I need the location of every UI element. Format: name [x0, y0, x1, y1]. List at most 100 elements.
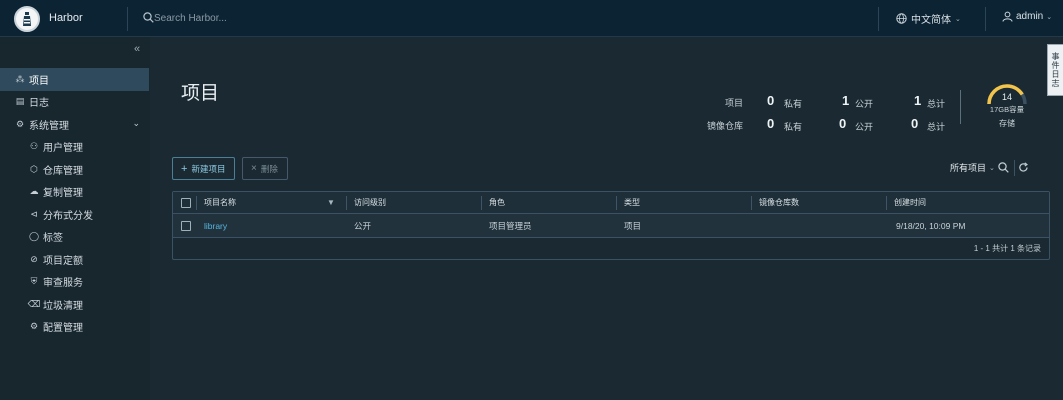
column-separator	[481, 196, 482, 210]
user-menu[interactable]: admin ⌄	[1002, 11, 1052, 22]
stat-repos-private: 0	[767, 116, 775, 131]
project-name-link[interactable]: library	[204, 214, 227, 237]
quota-icon: ⊘	[30, 253, 38, 264]
sidebar-item-registries[interactable]: ⬡ 仓库管理	[0, 158, 150, 181]
table-row[interactable]: library 公开 项目管理员 项目 9/18/20, 10:09 PM	[173, 214, 1049, 238]
distribution-icon: ⊲	[30, 208, 38, 219]
sidebar-item-label: 复制管理	[43, 188, 83, 200]
globe-icon	[896, 13, 907, 24]
stat-repos-public: 0	[839, 116, 847, 131]
project-filter-dropdown[interactable]: 所有项目 ⌄	[950, 161, 995, 174]
users-icon: ⚇	[29, 141, 39, 152]
language-label: 中文简体	[911, 15, 951, 26]
stat-repos-total: 0	[911, 116, 919, 131]
sidebar-item-projects[interactable]: ⁂ 项目	[0, 68, 149, 91]
header-divider	[127, 7, 128, 31]
close-icon: ×	[251, 163, 257, 174]
storage-label: 存储	[999, 119, 1015, 128]
column-separator	[616, 196, 617, 210]
admin-icon: ⚙	[15, 118, 25, 129]
sidebar-item-quotas[interactable]: ⊘ 项目定额	[0, 248, 150, 271]
delete-button[interactable]: × 删除	[242, 157, 288, 180]
harbor-logo[interactable]	[14, 6, 40, 32]
language-selector[interactable]: 中文简体 ⌄	[896, 11, 961, 26]
projects-icon: ⁂	[15, 73, 25, 84]
stats-divider	[960, 90, 961, 124]
stat-public-label: 公开	[855, 122, 874, 132]
search-icon[interactable]	[998, 162, 1009, 173]
collapse-sidebar-icon[interactable]: «	[134, 43, 140, 55]
sidebar-item-gc[interactable]: ⌫ 垃圾清理	[0, 293, 150, 316]
stat-projects-public: 1	[842, 93, 850, 108]
sidebar-item-replication[interactable]: ☁ 复制管理	[0, 181, 150, 204]
header-divider	[878, 7, 879, 31]
sidebar-item-scanners[interactable]: ⛨ 审查服务	[0, 271, 150, 294]
select-all-checkbox[interactable]	[181, 192, 191, 213]
column-header-type[interactable]: 类型	[624, 192, 640, 213]
sidebar-item-distribution[interactable]: ⊲ 分布式分发	[0, 203, 150, 226]
logs-icon: ▤	[15, 96, 25, 107]
stat-repos-label: 镜像仓库	[706, 121, 743, 131]
user-icon	[1002, 11, 1013, 22]
row-checkbox[interactable]	[181, 214, 191, 237]
registry-icon: ⬡	[30, 163, 38, 174]
sidebar-item-label: 垃圾清理	[43, 300, 83, 312]
search-input[interactable]	[154, 9, 354, 27]
type-cell: 项目	[624, 220, 642, 231]
created-time-cell: 9/18/20, 10:09 PM	[896, 220, 966, 231]
new-project-button[interactable]: + 新建项目	[172, 157, 235, 180]
sidebar-item-users[interactable]: ⚇ 用户管理	[0, 136, 150, 159]
brand-name[interactable]: Harbor	[49, 12, 83, 24]
role-cell: 项目管理员	[489, 220, 532, 231]
chevron-down-icon: ⌄	[1046, 13, 1053, 21]
column-header-role[interactable]: 角色	[489, 192, 505, 213]
sidebar-item-label: 项目定额	[43, 255, 83, 267]
top-header: Harbor 中文简体 ⌄ admin ⌄	[0, 0, 1063, 37]
page-title: 项目	[181, 83, 220, 104]
search-icon[interactable]	[143, 12, 154, 23]
stat-private-label: 私有	[784, 99, 803, 109]
stat-total-label: 总计	[927, 122, 946, 132]
column-separator	[751, 196, 752, 210]
column-header-name[interactable]: 项目名称	[204, 192, 236, 213]
sidebar-item-label: 用户管理	[43, 143, 83, 155]
stat-private-label: 私有	[784, 122, 803, 132]
sidebar-item-label: 项目	[29, 75, 49, 87]
refresh-icon[interactable]	[1018, 162, 1029, 173]
plus-icon: +	[181, 162, 188, 175]
stat-total-label: 总计	[927, 99, 946, 109]
tag-icon: ◯	[28, 231, 40, 242]
column-header-repo-count[interactable]: 镜像仓库数	[759, 192, 799, 213]
column-header-created[interactable]: 创建时间	[894, 192, 926, 213]
sidebar-item-label: 标签	[43, 233, 63, 245]
lighthouse-icon	[23, 12, 31, 26]
toolbar-divider	[1014, 160, 1015, 176]
trash-icon: ⌫	[27, 298, 41, 309]
sidebar-item-labels[interactable]: ◯ 标签	[0, 226, 150, 249]
chevron-down-icon: ⌄	[132, 118, 140, 128]
sidebar-item-logs[interactable]: ▤ 日志	[0, 91, 150, 114]
sidebar-item-label: 配置管理	[43, 323, 83, 335]
column-header-access[interactable]: 访问级别	[354, 192, 386, 213]
filter-icon[interactable]: ▼	[327, 192, 335, 213]
new-project-label: 新建项目	[191, 163, 226, 174]
access-level-cell: 公开	[354, 220, 372, 231]
replication-icon: ☁	[29, 186, 39, 197]
event-log-tab[interactable]: 事件日志	[1047, 44, 1063, 96]
stat-projects-total: 1	[914, 93, 922, 108]
sidebar-item-label: 分布式分发	[43, 210, 93, 222]
sidebar-item-label: 仓库管理	[43, 165, 83, 177]
chevron-down-icon: ⌄	[989, 164, 995, 172]
column-separator	[886, 196, 887, 210]
storage-capacity: 17GB容量	[989, 105, 1025, 114]
stat-public-label: 公开	[855, 99, 874, 109]
header-divider	[985, 7, 986, 31]
sidebar-item-config[interactable]: ⚙ 配置管理	[0, 316, 150, 339]
stat-projects-label: 项目	[724, 98, 743, 108]
sidebar-item-admin[interactable]: ⚙ 系统管理 ⌄	[0, 113, 150, 136]
column-separator	[196, 196, 197, 210]
projects-table: 项目名称 ▼ 访问级别 角色 类型 镜像仓库数 创建时间 library 公开 …	[172, 191, 1050, 260]
table-header: 项目名称 ▼ 访问级别 角色 类型 镜像仓库数 创建时间	[173, 192, 1049, 214]
sidebar-item-label: 系统管理	[29, 120, 69, 132]
storage-used: 14	[1001, 92, 1012, 102]
